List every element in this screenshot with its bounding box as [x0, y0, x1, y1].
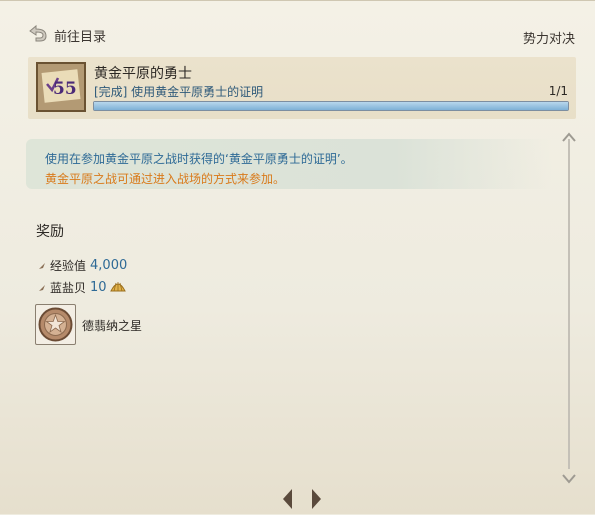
quest-detail-panel: 前往目录 势力对决 55 黄金平原的勇士 [完成] 使用黄金平原勇士的证明 1/… [0, 0, 595, 514]
reward-shell-value: 10 [90, 280, 107, 295]
quest-summary: 55 黄金平原的勇士 [完成] 使用黄金平原勇士的证明 1/1 [28, 57, 576, 119]
quest-progress-bar [93, 101, 569, 111]
back-label: 前往目录 [54, 29, 107, 45]
reward-item-slot[interactable] [35, 304, 76, 345]
back-arrow-icon [26, 23, 54, 47]
reward-exp-label: 经验值 [50, 259, 87, 273]
next-page-icon[interactable] [310, 487, 324, 513]
top-bar: 前往目录 势力对决 [0, 1, 595, 51]
quest-icon: 55 [36, 62, 86, 112]
prev-page-icon[interactable] [280, 487, 294, 513]
reward-item-name: 德翡纳之星 [82, 319, 143, 333]
bullet-icon [38, 259, 46, 273]
page-navigation [280, 487, 324, 513]
reward-shell: 蓝盐贝 10 [38, 279, 126, 296]
scroll-track[interactable] [568, 139, 570, 469]
scrollbar[interactable] [560, 127, 578, 484]
reward-exp: 经验值 4,000 [38, 257, 127, 274]
scroll-down-icon[interactable] [562, 469, 576, 484]
quest-count: 1/1 [548, 84, 568, 98]
reward-heading: 奖励 [36, 224, 64, 240]
quest-progress-fill [94, 102, 568, 110]
reward-exp-value: 4,000 [90, 258, 128, 273]
back-to-index-button[interactable]: 前往目录 [26, 23, 106, 47]
shell-icon [109, 279, 126, 296]
quest-title: 黄金平原的勇士 [94, 66, 192, 82]
quest-icon-number: 55 [53, 79, 77, 99]
quest-hint: 黄金平原之战可通过进入战场的方式来参加。 [45, 172, 286, 186]
quest-status: [完成] 使用黄金平原勇士的证明 [94, 85, 264, 99]
reward-shell-label: 蓝盐贝 [50, 281, 87, 295]
scroll-up-icon[interactable] [562, 127, 576, 142]
star-medal-icon [36, 307, 75, 348]
quest-description: 使用在参加黄金平原之战时获得的‘黄金平原勇士的证明’。 [45, 152, 353, 166]
faction-battle-link[interactable]: 势力对决 [523, 28, 575, 47]
bullet-icon [38, 281, 46, 295]
